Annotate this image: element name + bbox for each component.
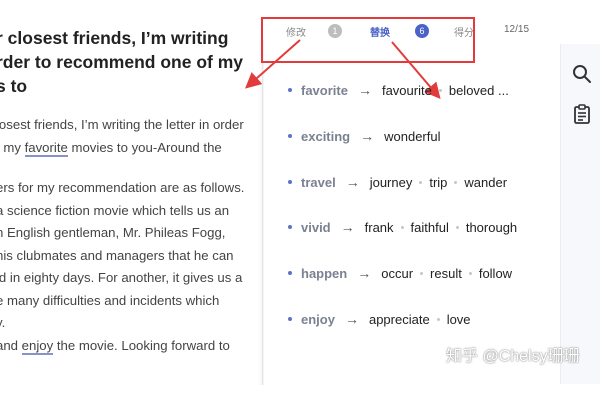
row-bullet xyxy=(288,271,292,275)
title-line: s to xyxy=(0,76,28,96)
text-run: the movie. Looking forward to xyxy=(53,337,230,353)
search-icon[interactable] xyxy=(572,64,592,84)
alternative-word[interactable]: occur xyxy=(381,266,413,281)
essay-line: n English gentleman, Mr. Phileas Fogg, xyxy=(0,225,226,240)
original-word: favorite xyxy=(301,82,348,98)
tool-strip xyxy=(560,44,600,384)
essay-line: e many difficulties and incidents which xyxy=(0,292,220,308)
watermark: 知乎 @Chelsy珊珊 xyxy=(446,348,580,365)
suggestion-row-favorite[interactable]: favorite → favourite beloved ... xyxy=(288,78,509,102)
arrow-right-icon: → xyxy=(357,82,372,98)
original-word: enjoy xyxy=(301,311,335,327)
separator-dot xyxy=(455,225,459,229)
separator-dot xyxy=(468,271,472,275)
original-word: vivid xyxy=(301,219,331,235)
clipboard-icon[interactable] xyxy=(572,104,592,124)
alternative-word[interactable]: journey xyxy=(370,175,413,190)
suggestion-row-happen[interactable]: happen → occur result follow xyxy=(288,261,512,285)
essay-line: ld in eighty days. For another, it gives… xyxy=(0,270,243,285)
alternative-word[interactable]: frank xyxy=(365,220,394,235)
alternative-word[interactable]: faithful xyxy=(411,220,449,235)
row-bullet xyxy=(288,180,292,184)
progress-counter: 12/15 xyxy=(504,24,530,35)
separator-dot xyxy=(400,225,404,229)
alternative-word[interactable]: love xyxy=(447,312,471,327)
annotation-box xyxy=(261,17,475,63)
essay-line: his clubmates and managers that he can xyxy=(0,247,234,263)
text-run: movies to you-Around the xyxy=(67,139,222,155)
row-bullet xyxy=(288,134,292,138)
original-word: travel xyxy=(301,174,336,190)
panel-shadow xyxy=(258,40,264,385)
panel-divider xyxy=(262,40,263,385)
title-line: r closest friends, I’m writing xyxy=(0,28,229,48)
alternative-word[interactable]: wonderful xyxy=(384,129,440,144)
separator-dot xyxy=(454,180,458,184)
separator-dot xyxy=(420,271,424,275)
arrow-right-icon: → xyxy=(344,311,359,327)
essay-line: y. xyxy=(0,315,6,330)
arrow-right-icon: → xyxy=(360,128,375,144)
essay-body: losest friends, I’m writing the letter i… xyxy=(0,114,262,357)
suggestion-row-travel[interactable]: travel → journey trip wander xyxy=(288,170,507,194)
arrow-right-icon: → xyxy=(340,219,355,235)
essay-line: losest friends, I’m writing the letter i… xyxy=(0,117,244,132)
alternative-word[interactable]: trip xyxy=(429,175,447,190)
separator-dot xyxy=(419,180,423,184)
row-bullet xyxy=(288,225,292,229)
separator-dot xyxy=(436,317,440,321)
alternative-word[interactable]: result xyxy=(430,266,462,281)
text-run: and xyxy=(0,337,19,353)
separator-dot xyxy=(438,88,442,92)
suggestion-row-enjoy[interactable]: enjoy → appreciate love xyxy=(288,307,471,331)
arrow-right-icon: → xyxy=(357,265,372,281)
essay-line: f my favorite movies to you-Around the xyxy=(0,137,262,160)
row-bullet xyxy=(288,88,292,92)
suggestion-row-vivid[interactable]: vivid → frank faithful thorough xyxy=(288,215,517,239)
alternative-word[interactable]: follow xyxy=(479,266,512,281)
original-word: exciting xyxy=(301,128,351,144)
alternative-word[interactable]: wander xyxy=(464,175,507,190)
essay-pane: r closest friends, I’m writing rder to r… xyxy=(0,0,262,400)
text-run: f my xyxy=(0,139,21,155)
suggestion-row-exciting[interactable]: exciting → wonderful xyxy=(288,124,441,148)
essay-line: and enjoy the movie. Looking forward to xyxy=(0,335,262,358)
essay-line: a science fiction movie which tells us a… xyxy=(0,202,230,218)
alternative-word[interactable]: beloved ... xyxy=(449,83,509,98)
alternative-word[interactable]: appreciate xyxy=(369,312,430,327)
title-line: rder to recommend one of my xyxy=(0,52,243,72)
alternative-word[interactable]: thorough xyxy=(466,220,517,235)
row-bullet xyxy=(288,317,292,321)
highlighted-word-favorite[interactable]: favorite xyxy=(24,139,68,157)
essay-line: ers for my recommendation are as follows… xyxy=(0,180,245,195)
essay-title: r closest friends, I’m writing rder to r… xyxy=(0,26,262,98)
alternative-word[interactable]: favourite xyxy=(382,83,432,98)
highlighted-word-enjoy[interactable]: enjoy xyxy=(21,337,54,355)
arrow-right-icon: → xyxy=(345,174,360,190)
original-word: happen xyxy=(301,265,348,281)
